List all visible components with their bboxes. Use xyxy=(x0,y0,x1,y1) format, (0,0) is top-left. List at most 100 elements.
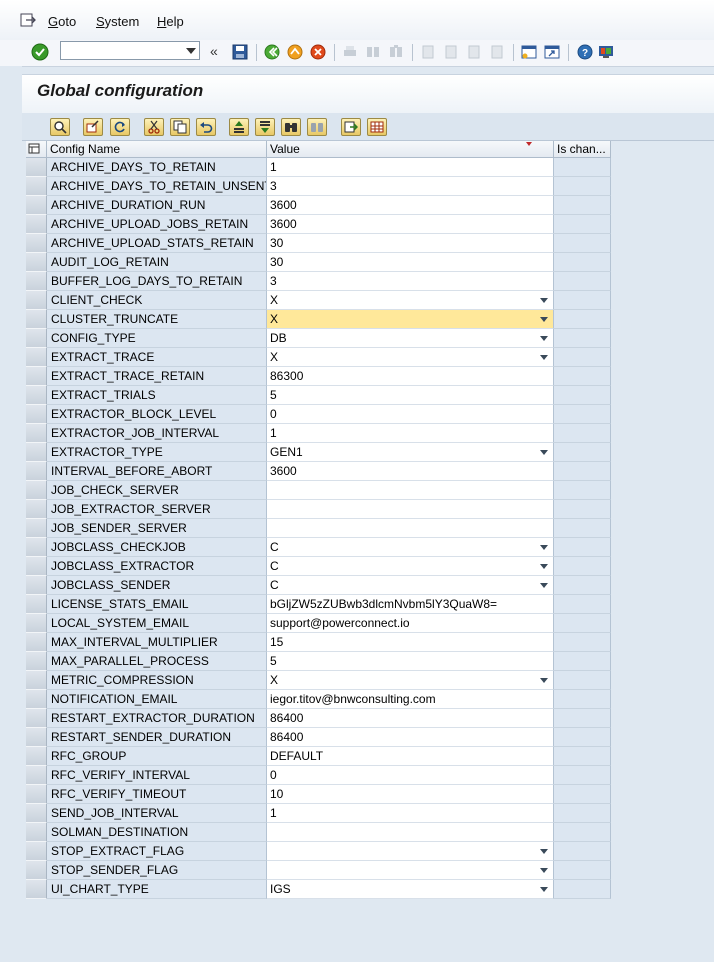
shortcut-icon[interactable] xyxy=(544,44,560,60)
value-input-cell[interactable]: 86400 xyxy=(267,709,554,728)
row-selector[interactable] xyxy=(26,766,47,785)
chevron-down-icon[interactable] xyxy=(540,450,548,455)
chevron-down-icon[interactable] xyxy=(540,355,548,360)
value-dropdown-cell[interactable]: C xyxy=(267,557,554,576)
row-selector[interactable] xyxy=(26,538,47,557)
value-input-cell[interactable]: 5 xyxy=(267,652,554,671)
value-input-cell[interactable]: 3600 xyxy=(267,215,554,234)
row-selector[interactable] xyxy=(26,481,47,500)
chevron-down-icon[interactable] xyxy=(540,849,548,854)
row-selector[interactable] xyxy=(26,215,47,234)
row-selector[interactable] xyxy=(26,310,47,329)
row-selector[interactable] xyxy=(26,386,47,405)
menu-goto[interactable]: Goto xyxy=(48,14,76,29)
row-selector[interactable] xyxy=(26,329,47,348)
row-selector[interactable] xyxy=(26,747,47,766)
value-input-cell[interactable]: 1 xyxy=(267,804,554,823)
value-input-cell[interactable]: 3600 xyxy=(267,196,554,215)
value-input-cell[interactable]: 5 xyxy=(267,386,554,405)
chevron-down-icon[interactable] xyxy=(540,868,548,873)
row-selector[interactable] xyxy=(26,842,47,861)
value-dropdown-cell[interactable]: X xyxy=(267,348,554,367)
value-dropdown-cell[interactable]: X xyxy=(267,291,554,310)
menu-exit-icon[interactable] xyxy=(20,13,36,27)
value-input-cell[interactable]: 10 xyxy=(267,785,554,804)
cancel-icon[interactable] xyxy=(310,44,326,60)
value-dropdown-cell[interactable]: IGS xyxy=(267,880,554,899)
value-input-cell[interactable]: iegor.titov@bnwconsulting.com xyxy=(267,690,554,709)
copy-button[interactable] xyxy=(170,118,190,136)
row-selector[interactable] xyxy=(26,652,47,671)
value-input-cell[interactable]: DEFAULT xyxy=(267,747,554,766)
value-dropdown-cell[interactable]: C xyxy=(267,576,554,595)
customize-layout-icon[interactable] xyxy=(598,44,614,60)
value-dropdown-cell[interactable]: GEN1 xyxy=(267,443,554,462)
row-selector[interactable] xyxy=(26,728,47,747)
row-selector[interactable] xyxy=(26,272,47,291)
back-icon[interactable] xyxy=(264,44,280,60)
row-selector[interactable] xyxy=(26,823,47,842)
value-input-cell[interactable]: 30 xyxy=(267,253,554,272)
value-input-cell[interactable]: bGljZW5zZUBwb3dlcmNvbm5lY3QuaW8= xyxy=(267,595,554,614)
value-input-cell[interactable] xyxy=(267,481,554,500)
row-selector[interactable] xyxy=(26,709,47,728)
row-selector[interactable] xyxy=(26,519,47,538)
row-selector[interactable] xyxy=(26,633,47,652)
chevron-down-icon[interactable] xyxy=(540,564,548,569)
chevron-down-icon[interactable] xyxy=(540,583,548,588)
exit-icon[interactable] xyxy=(287,44,303,60)
value-dropdown-cell[interactable]: C xyxy=(267,538,554,557)
value-input-cell[interactable]: 30 xyxy=(267,234,554,253)
value-dropdown-cell[interactable]: X xyxy=(267,671,554,690)
row-selector[interactable] xyxy=(26,861,47,880)
row-selector[interactable] xyxy=(26,557,47,576)
value-input-cell[interactable]: 3 xyxy=(267,177,554,196)
chevron-down-icon[interactable] xyxy=(540,317,548,322)
menu-help[interactable]: Help xyxy=(157,14,184,29)
row-selector[interactable] xyxy=(26,158,47,177)
value-input-cell[interactable] xyxy=(267,823,554,842)
row-selector[interactable] xyxy=(26,405,47,424)
find-button[interactable] xyxy=(281,118,301,136)
chevron-down-icon[interactable] xyxy=(540,545,548,550)
sort-ascending-button[interactable] xyxy=(229,118,249,136)
row-selector[interactable] xyxy=(26,348,47,367)
value-input-cell[interactable]: 86300 xyxy=(267,367,554,386)
row-selector[interactable] xyxy=(26,462,47,481)
row-selector[interactable] xyxy=(26,291,47,310)
column-header-config-name[interactable]: Config Name xyxy=(47,141,267,158)
refresh-button[interactable] xyxy=(110,118,130,136)
chevron-down-icon[interactable] xyxy=(540,887,548,892)
command-input[interactable] xyxy=(63,43,178,58)
row-selector[interactable] xyxy=(26,671,47,690)
undo-button[interactable] xyxy=(196,118,216,136)
value-dropdown-cell[interactable] xyxy=(267,842,554,861)
value-input-cell[interactable]: 1 xyxy=(267,158,554,177)
value-input-cell[interactable] xyxy=(267,500,554,519)
value-input-cell[interactable]: 0 xyxy=(267,766,554,785)
row-selector[interactable] xyxy=(26,785,47,804)
row-selector[interactable] xyxy=(26,177,47,196)
chevron-down-icon[interactable] xyxy=(540,336,548,341)
row-selector[interactable] xyxy=(26,576,47,595)
command-field[interactable] xyxy=(60,41,200,60)
value-input-cell[interactable]: 3600 xyxy=(267,462,554,481)
value-dropdown-cell[interactable]: X xyxy=(267,310,554,329)
select-all-corner[interactable] xyxy=(26,141,47,158)
enter-check-icon[interactable] xyxy=(31,43,49,61)
details-button[interactable] xyxy=(50,118,70,136)
value-input-cell[interactable]: 1 xyxy=(267,424,554,443)
value-input-cell[interactable] xyxy=(267,519,554,538)
sort-descending-button[interactable] xyxy=(255,118,275,136)
toolbar-collapse-icon[interactable]: « xyxy=(210,43,218,59)
menu-system[interactable]: System xyxy=(96,14,139,29)
value-input-cell[interactable]: support@powerconnect.io xyxy=(267,614,554,633)
command-history-chevron-icon[interactable] xyxy=(186,48,196,54)
value-dropdown-cell[interactable]: DB xyxy=(267,329,554,348)
cut-button[interactable] xyxy=(144,118,164,136)
row-selector[interactable] xyxy=(26,234,47,253)
create-session-icon[interactable] xyxy=(521,44,537,60)
value-input-cell[interactable]: 86400 xyxy=(267,728,554,747)
row-selector[interactable] xyxy=(26,804,47,823)
column-header-value[interactable]: Value xyxy=(267,141,554,158)
